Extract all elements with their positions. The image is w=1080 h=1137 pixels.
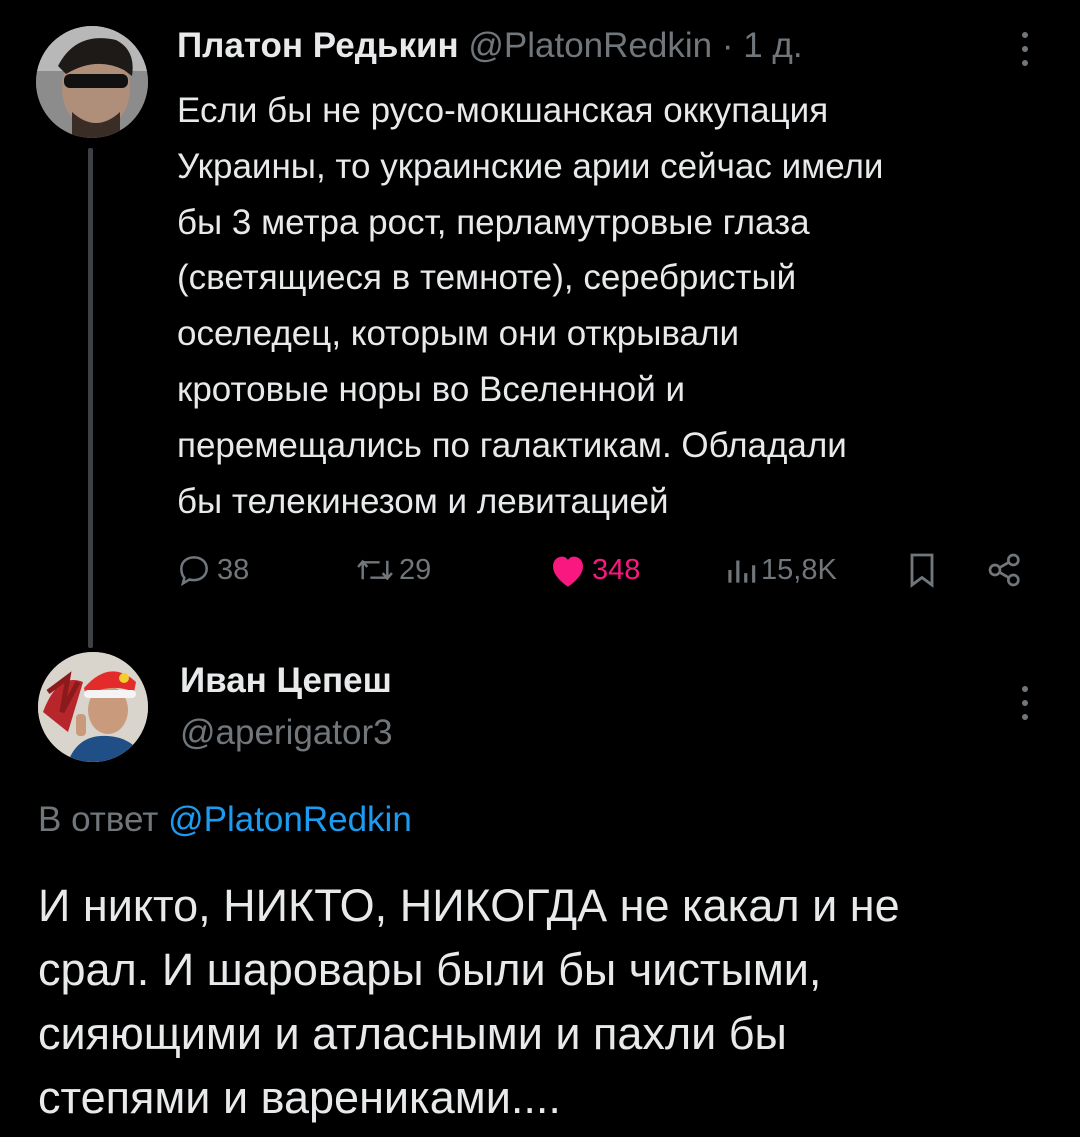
reply-to-mention-link[interactable]: @PlatonRedkin xyxy=(168,800,412,839)
tweet-actions: 38 29 348 15,8K xyxy=(0,545,1080,595)
reply-button[interactable]: 38 xyxy=(175,545,249,595)
reply-icon xyxy=(180,556,208,587)
author-handle[interactable]: @PlatonRedkin xyxy=(468,26,712,65)
retweet-button[interactable]: 29 xyxy=(355,545,431,595)
views-count: 15,8K xyxy=(761,553,837,586)
reply-text: И никто, НИКТО, НИКОГДА не какал и не ср… xyxy=(38,874,1058,1130)
separator-dot: · xyxy=(721,26,734,65)
reply-to-label: В ответ xyxy=(38,800,159,839)
avatar-photo xyxy=(36,26,148,138)
retweet-icon xyxy=(357,559,393,581)
more-options-icon[interactable] xyxy=(1010,680,1040,726)
reply-author-handle[interactable]: @aperigator3 xyxy=(180,712,393,754)
reply-text-line: сияющими и атласными и пахли бы xyxy=(38,1008,787,1059)
tweet-text-line: Если бы не русо-мокшанская оккупация xyxy=(177,91,829,130)
reply-count: 38 xyxy=(217,553,250,586)
avatar[interactable] xyxy=(38,652,148,762)
reply-text-line: степями и варениками.... xyxy=(38,1072,561,1123)
tweet-text-line: (светящиеся в темноте), серебристый xyxy=(177,258,797,298)
retweet-count: 29 xyxy=(399,553,432,586)
author-name[interactable]: Платон Редькин xyxy=(177,26,459,65)
more-options-icon[interactable] xyxy=(1010,26,1040,72)
tweet-text-line: перемещались по галактикам. Обладали xyxy=(177,425,847,465)
like-button[interactable]: 348 xyxy=(548,545,640,595)
reply-text-line: срал. И шаровары были бы чистыми, xyxy=(38,944,822,995)
views-icon xyxy=(728,560,756,583)
bookmark-icon xyxy=(910,553,934,588)
tweet-text-line: Украины, то украинские арии сейчас имели xyxy=(177,146,884,186)
share-button[interactable] xyxy=(985,545,1025,595)
tweet-text-line: бы телекинезом и левитацией xyxy=(177,481,669,521)
avatar[interactable] xyxy=(36,26,148,138)
bookmark-button[interactable] xyxy=(905,545,939,595)
reply-author-name[interactable]: Иван Цепеш xyxy=(180,660,392,702)
like-heart-icon xyxy=(553,556,583,587)
tweet-text-line: бы 3 метра рост, перламутровые глаза xyxy=(177,202,810,242)
like-count: 348 xyxy=(592,553,641,586)
tweet-text: Если бы не русо-мокшанская оккупация Укр… xyxy=(177,83,1057,529)
views-button[interactable]: 15,8K xyxy=(725,545,837,595)
tweet-text-line: оселедец, которым они открывали xyxy=(177,314,740,354)
tweet-original[interactable]: Платон Редькин @PlatonRedkin · 1 д. Если… xyxy=(0,0,1080,648)
tweet-text-line: кротовые норы во Вселенной и xyxy=(177,369,686,409)
avatar-photo xyxy=(38,652,148,762)
reply-text-line: И никто, НИКТО, НИКОГДА не какал и не xyxy=(38,880,900,931)
tweet-header: Платон Редькин @PlatonRedkin · 1 д. xyxy=(177,26,803,66)
share-icon xyxy=(988,553,1020,587)
tweet-timestamp[interactable]: 1 д. xyxy=(743,26,802,65)
reply-context: В ответ @PlatonRedkin xyxy=(38,798,412,842)
